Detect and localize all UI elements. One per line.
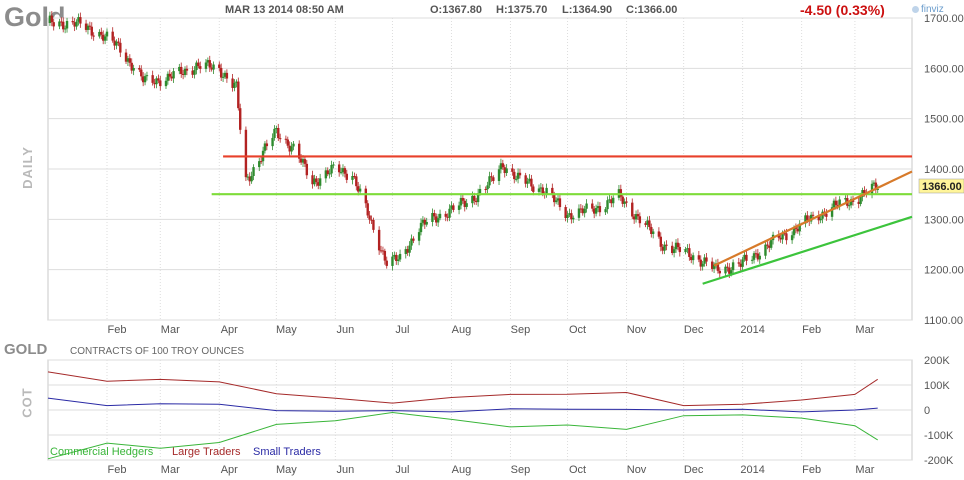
- price-ytick-label: 1500.00: [924, 114, 964, 126]
- price-ytick-label: 1100.00: [924, 315, 963, 327]
- legend-large-traders: Large Traders: [172, 446, 241, 458]
- last-price-tag: 1366.00: [918, 178, 964, 194]
- price-xtick-label: Feb: [108, 324, 127, 336]
- price-xtick-label: 2014: [740, 324, 764, 336]
- cot-xtick-label: May: [276, 464, 297, 476]
- cot-xtick-label: 2014: [740, 464, 764, 476]
- cot-xtick-label: Aug: [452, 464, 472, 476]
- cot-chart[interactable]: 200K 100K 0 -100K -200K Feb Mar Apr May Jun Jul Au…: [0, 340, 964, 480]
- price-chart[interactable]: 1100.00 1200.00 1300.00 1400.00 1500.00 1600.…: [0, 0, 964, 340]
- price-ytick-label: 1400.00: [924, 164, 964, 176]
- price-ytick-label: 1700.00: [924, 13, 964, 25]
- cot-ytick-label: 100K: [924, 380, 950, 392]
- price-xtick-label: Mar: [161, 324, 180, 336]
- price-xtick-label: Aug: [452, 324, 472, 336]
- cot-xtick-label: Jun: [336, 464, 354, 476]
- cot-xtick-label: Sep: [511, 464, 531, 476]
- price-xtick-label: May: [276, 324, 297, 336]
- cot-ytick-label: 200K: [924, 355, 950, 367]
- price-xtick-label: Feb: [802, 324, 821, 336]
- legend-commercial-hedgers: Commercial Hedgers: [50, 446, 154, 458]
- cot-xtick-label: Apr: [221, 464, 238, 476]
- price-xtick-label: Nov: [627, 324, 647, 336]
- candle: [239, 103, 242, 135]
- price-xtick-label: Mar: [855, 324, 874, 336]
- price-ytick-label: 1300.00: [924, 214, 964, 226]
- cot-xtick-label: Mar: [161, 464, 180, 476]
- price-xtick-label: Jun: [336, 324, 354, 336]
- price-xtick-label: Jul: [395, 324, 409, 336]
- price-ytick-label: 1600.00: [924, 63, 964, 75]
- candle: [237, 77, 240, 111]
- cot-xtick-label: Nov: [627, 464, 647, 476]
- price-xtick-label: Oct: [569, 324, 586, 336]
- price-xtick-label: Dec: [684, 324, 704, 336]
- cot-xtick-label: Feb: [802, 464, 821, 476]
- price-xtick-label: Sep: [511, 324, 531, 336]
- cot-xtick-label: Dec: [684, 464, 704, 476]
- cot-xtick-label: Jul: [395, 464, 409, 476]
- cot-xtick-label: Mar: [855, 464, 874, 476]
- last-price-label: 1366.00: [922, 181, 962, 193]
- cot-xtick-label: Oct: [569, 464, 586, 476]
- candle: [244, 126, 248, 181]
- price-ytick-label: 1200.00: [924, 265, 964, 277]
- cot-ytick-label: -200K: [924, 455, 954, 467]
- legend-small-traders: Small Traders: [253, 446, 321, 458]
- cot-ytick-label: 0: [924, 405, 930, 417]
- cot-ytick-label: -100K: [924, 430, 954, 442]
- price-xtick-label: Apr: [221, 324, 238, 336]
- cot-xtick-label: Feb: [108, 464, 127, 476]
